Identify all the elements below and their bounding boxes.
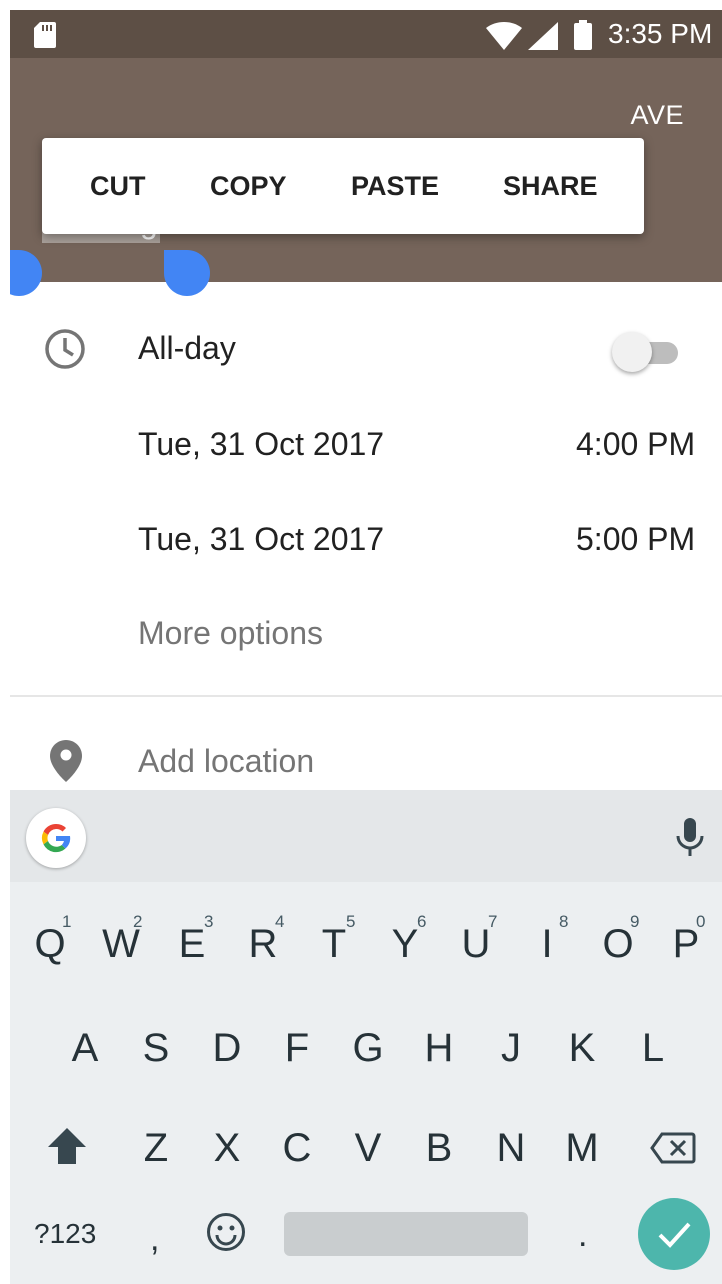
cut-button[interactable]: CUT	[90, 171, 146, 202]
key-w[interactable]: W2	[91, 912, 151, 967]
key-r[interactable]: R4	[233, 912, 293, 967]
end-time[interactable]: 5:00 PM	[576, 521, 695, 558]
divider	[10, 695, 722, 697]
backspace-icon[interactable]	[650, 1132, 696, 1164]
key-t[interactable]: T5	[304, 912, 364, 967]
comma-key[interactable]: ,	[150, 1220, 159, 1259]
key-d[interactable]: D	[197, 1026, 257, 1071]
app-frame: 3:35 PM AVE Meeting CUT COPY PASTE SHARE…	[10, 10, 722, 1284]
key-u[interactable]: U7	[446, 912, 506, 967]
key-g[interactable]: G	[338, 1026, 398, 1071]
key-x[interactable]: X	[197, 1126, 257, 1171]
clock-icon	[45, 329, 85, 369]
status-time: 3:35 PM	[608, 18, 713, 49]
location-input[interactable]: Add location	[138, 743, 314, 780]
enter-button[interactable]	[638, 1198, 710, 1270]
key-m[interactable]: M	[552, 1126, 612, 1171]
end-date[interactable]: Tue, 31 Oct 2017	[138, 521, 384, 558]
location-pin-icon	[50, 740, 82, 782]
google-g-icon	[41, 823, 71, 853]
key-k[interactable]: K	[552, 1026, 612, 1071]
google-button[interactable]	[26, 808, 86, 868]
key-i[interactable]: I8	[517, 912, 577, 967]
toggle-thumb	[612, 332, 652, 372]
sd-card-icon	[34, 22, 56, 48]
key-o[interactable]: O9	[588, 912, 648, 967]
key-s[interactable]: S	[126, 1026, 186, 1071]
battery-icon	[574, 20, 592, 50]
paste-button[interactable]: PASTE	[351, 171, 439, 202]
key-q[interactable]: Q1	[20, 912, 80, 967]
all-day-label: All-day	[138, 330, 236, 366]
status-bar: 3:35 PM	[10, 10, 722, 58]
more-options-link[interactable]: More options	[138, 615, 323, 652]
key-e[interactable]: E3	[162, 912, 222, 967]
share-button[interactable]: SHARE	[503, 171, 598, 202]
key-v[interactable]: V	[338, 1126, 398, 1171]
key-j[interactable]: J	[481, 1026, 541, 1071]
key-p[interactable]: P0	[656, 912, 716, 967]
key-l[interactable]: L	[623, 1026, 683, 1071]
start-date[interactable]: Tue, 31 Oct 2017	[138, 426, 384, 463]
soft-keyboard: Q1 W2 E3 R4 T5 Y6 U7 I8 O9 P0 A S D F G …	[10, 790, 722, 1284]
key-n[interactable]: N	[481, 1126, 541, 1171]
symbols-key[interactable]: ?123	[34, 1218, 96, 1250]
key-y[interactable]: Y6	[375, 912, 435, 967]
start-time[interactable]: 4:00 PM	[576, 426, 695, 463]
space-key[interactable]	[284, 1212, 528, 1256]
key-a[interactable]: A	[55, 1026, 115, 1071]
period-key[interactable]: .	[578, 1216, 587, 1255]
save-button[interactable]: AVE	[630, 100, 684, 131]
wifi-icon	[486, 22, 522, 50]
shift-icon[interactable]	[48, 1128, 86, 1164]
keyboard-suggestion-bar	[10, 790, 722, 882]
copy-button[interactable]: COPY	[210, 171, 287, 202]
key-h[interactable]: H	[409, 1026, 469, 1071]
all-day-toggle[interactable]	[612, 332, 682, 372]
checkmark-icon	[658, 1222, 691, 1248]
emoji-icon[interactable]	[206, 1212, 246, 1252]
selection-handle-start[interactable]	[10, 250, 42, 296]
text-context-menu: CUT COPY PASTE SHARE	[42, 138, 644, 234]
microphone-icon[interactable]	[676, 818, 704, 858]
key-c[interactable]: C	[267, 1126, 327, 1171]
signal-icon	[528, 22, 558, 50]
selection-handle-end[interactable]	[164, 250, 210, 296]
key-z[interactable]: Z	[126, 1126, 186, 1171]
key-f[interactable]: F	[267, 1026, 327, 1071]
key-b[interactable]: B	[409, 1126, 469, 1171]
event-header: AVE Meeting CUT COPY PASTE SHARE	[10, 58, 722, 296]
